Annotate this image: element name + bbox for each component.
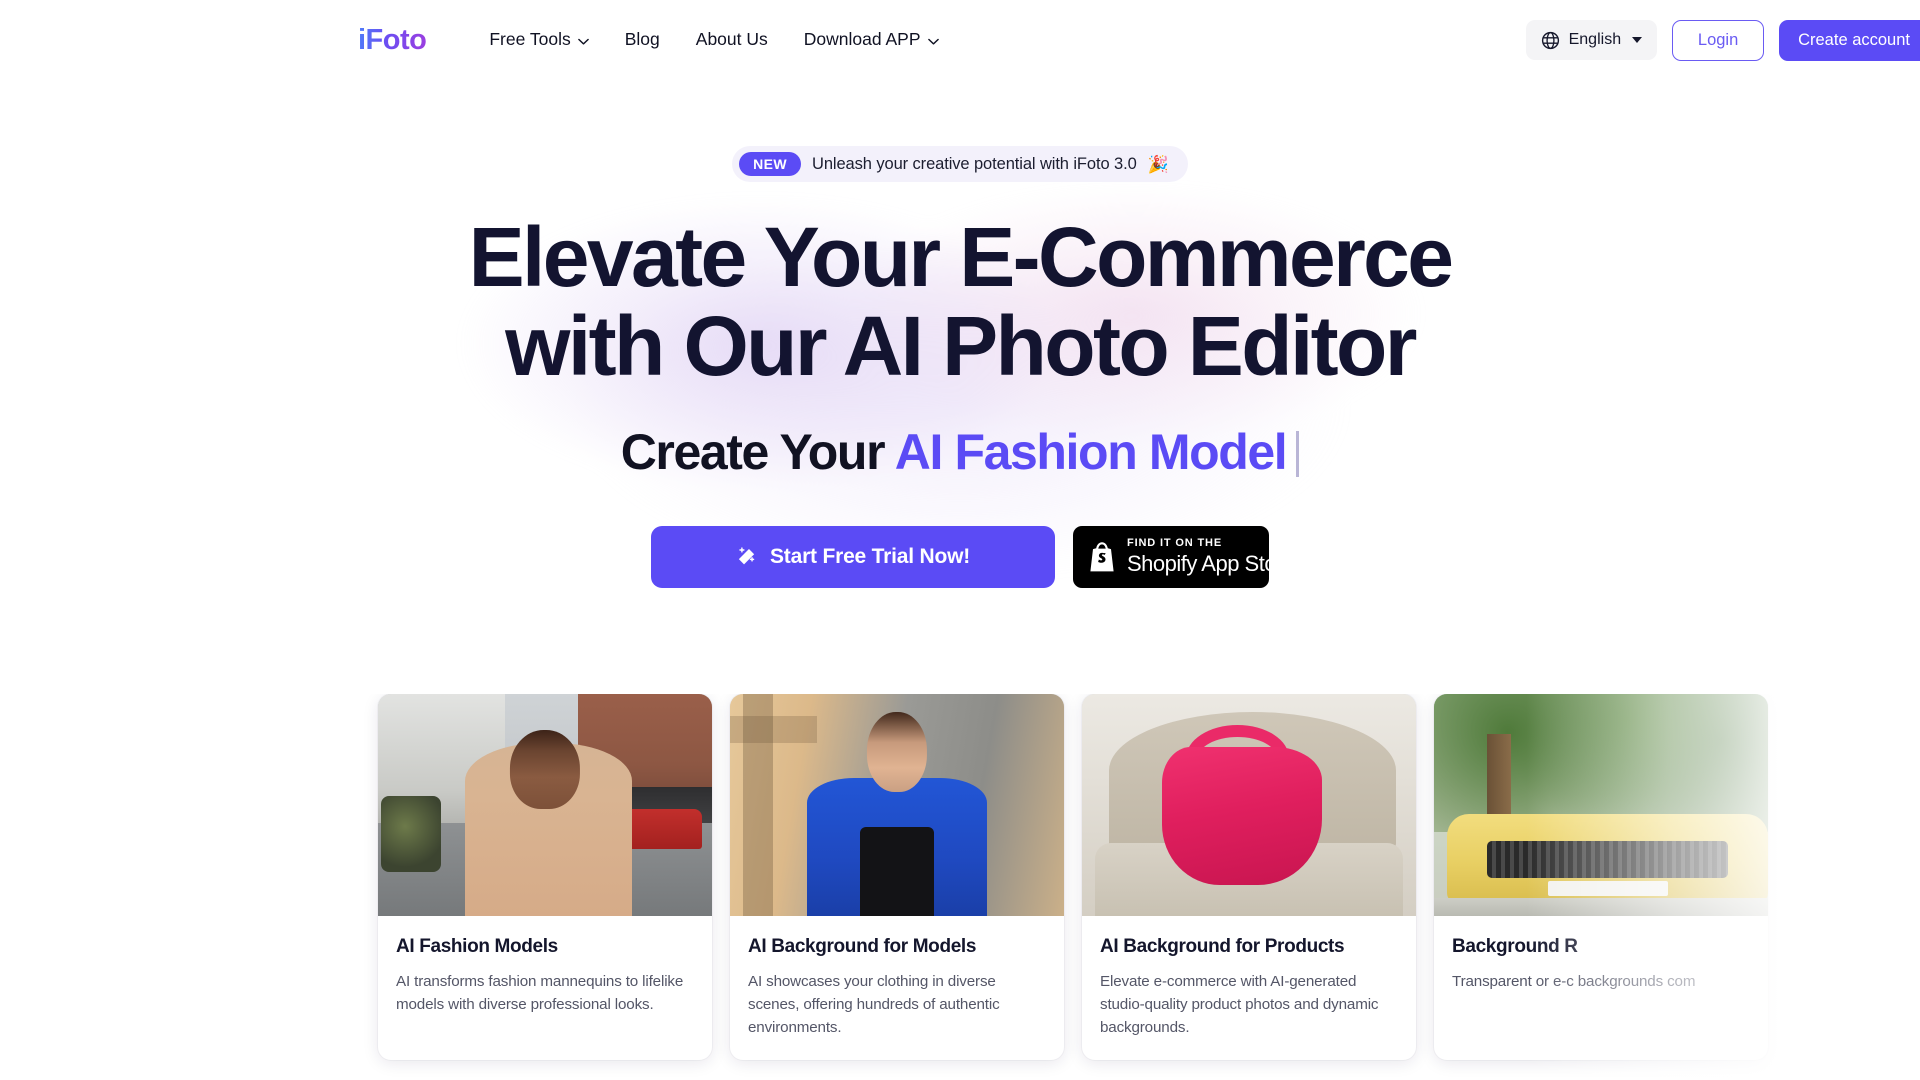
feature-card-body: AI Fashion Models AI transforms fashion … [378,916,712,1016]
ifoto-logo[interactable]: iFoto [358,25,427,55]
feature-card-body: Background R Transparent or e-c backgrou… [1434,916,1768,993]
nav-item-blog[interactable]: Blog [625,31,660,49]
shopify-app-store-button[interactable]: FIND IT ON THE Shopify App Store [1073,525,1295,588]
feature-card-image [730,694,1064,916]
nav-item-about-us[interactable]: About Us [696,31,768,49]
feature-card-body: AI Background for Products Elevate e-com… [1082,916,1416,1039]
caret-down-icon [1632,37,1643,43]
feature-card-body: AI Background for Models AI showcases yo… [730,916,1064,1039]
shopify-store-label: Shopify App Store [1127,551,1295,577]
feature-card-description: AI transforms fashion mannequins to life… [396,972,684,1013]
create-account-button[interactable]: Create account [1779,19,1920,61]
feature-card-description: Elevate e-commerce with AI-generated stu… [1100,972,1379,1036]
new-badge: NEW [739,152,802,176]
announcement-text: Unleash your creative potential with iFo… [812,154,1137,173]
feature-card-description: AI showcases your clothing in diverse sc… [748,972,1000,1036]
start-free-trial-button[interactable]: Start Free Trial Now! [651,525,1055,588]
party-popper-icon: 🎉 [1147,154,1169,174]
language-label: English [1568,31,1622,48]
feature-cards-carousel: AI Fashion Models AI transforms fashion … [0,694,1920,1080]
feature-card-title: AI Background for Products [1100,936,1345,957]
site-header: iFoto Free Tools Blog About Us Download … [0,0,1920,80]
nav-item-label: Blog [624,29,660,50]
feature-card-ai-background-for-products[interactable]: AI Background for Products Elevate e-com… [1082,694,1416,1060]
yellow-car-photo [1434,694,1768,916]
shopify-button-text: FIND IT ON THE Shopify App Store [1127,538,1295,575]
nav-item-download-app[interactable]: Download APP [804,31,939,49]
feature-card-title: AI Background for Models [748,936,977,957]
nav-item-label: Download APP [803,29,921,50]
headline-line-2: with Our AI Photo Editor [505,299,1417,394]
feature-card-background-remover[interactable]: Background R Transparent or e-c backgrou… [1434,694,1768,1060]
start-free-trial-label: Start Free Trial Now! [769,544,971,568]
main-navigation: Free Tools Blog About Us Download APP [489,29,939,50]
chevron-down-icon [577,38,589,45]
landing-page: iFoto Free Tools Blog About Us Download … [0,0,1920,1080]
sunlit-wall-portrait-photo [730,694,1064,916]
typing-cursor [1296,431,1300,478]
feature-cards-rail: AI Fashion Models AI transforms fashion … [378,694,1768,1060]
shopify-bag-icon [1087,540,1117,574]
header-actions: English Login Create account [1525,19,1920,61]
hero-cta-row: Start Free Trial Now! FIND IT ON THE Sho… [0,525,1920,588]
announcement-banner[interactable]: NEW Unleash your creative potential with… [732,146,1188,182]
subheadline-typed-text: AI Fashion Model [894,424,1288,481]
headline-line-1: Elevate Your E-Commerce [468,210,1454,304]
chevron-down-icon [927,38,939,45]
pink-handbag-photo [1082,694,1416,916]
feature-card-title: Background R [1452,936,1578,957]
street-portrait-photo [378,694,712,916]
nav-item-label: Free Tools [489,29,571,50]
subheadline-static-text: Create Your [620,424,895,481]
nav-item-label: About Us [695,29,768,50]
page-title: Elevate Your E-Commerce with Our AI Phot… [0,210,1920,394]
feature-card-ai-background-for-models[interactable]: AI Background for Models AI showcases yo… [730,694,1064,1060]
magic-wand-icon [736,546,757,567]
nav-item-free-tools[interactable]: Free Tools [489,29,589,50]
feature-card-image [1082,694,1416,916]
feature-card-description: Transparent or e-c backgrounds com [1452,972,1696,990]
hero-subheadline: Create Your AI Fashion Model [0,424,1920,482]
feature-card-image [378,694,712,916]
shopify-eyebrow: FIND IT ON THE [1127,537,1223,550]
language-switcher[interactable]: English [1525,20,1658,60]
feature-card-image [1434,694,1768,916]
hero-section: NEW Unleash your creative potential with… [0,80,1920,588]
globe-icon [1541,31,1560,50]
login-button[interactable]: Login [1672,19,1765,61]
feature-card-ai-fashion-models[interactable]: AI Fashion Models AI transforms fashion … [378,694,712,1060]
feature-card-title: AI Fashion Models [396,936,558,957]
